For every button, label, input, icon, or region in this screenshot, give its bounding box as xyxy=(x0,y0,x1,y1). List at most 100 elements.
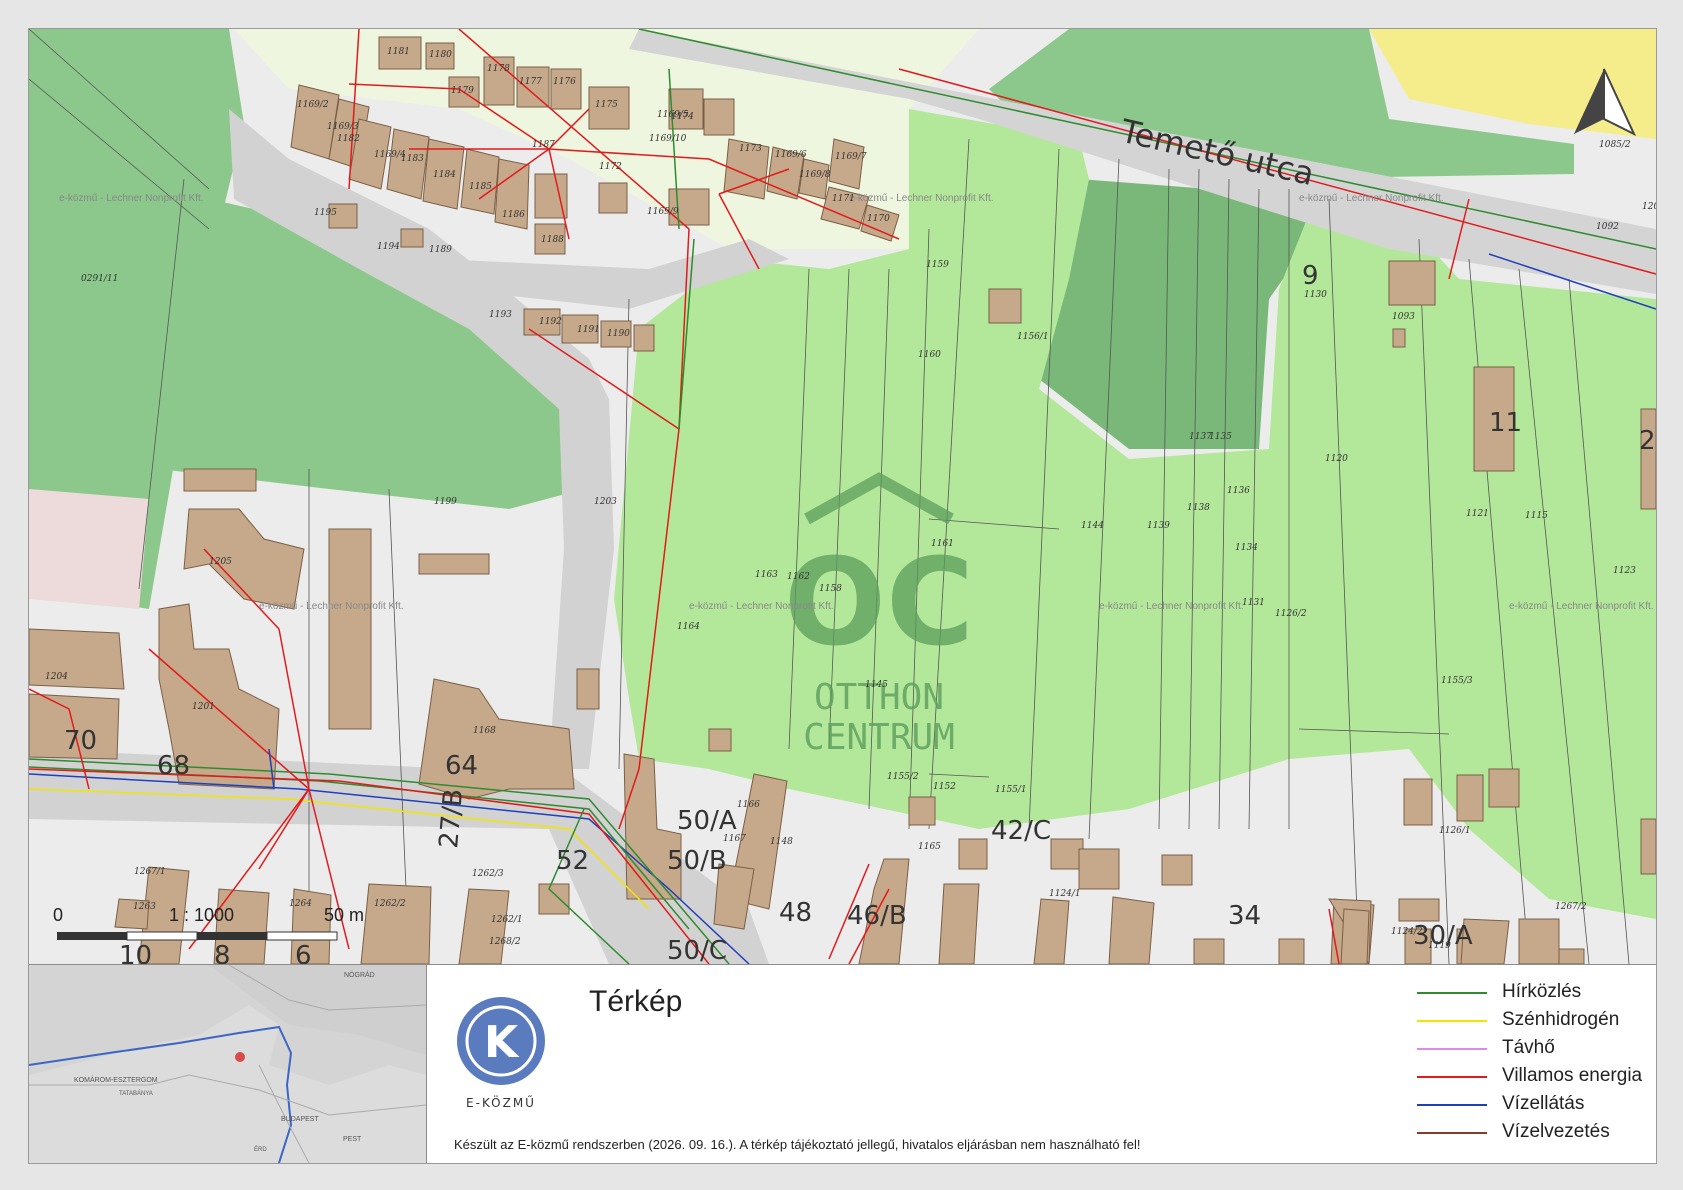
locator-label: TATABÁNYA xyxy=(119,1090,153,1097)
parcel-number: 1169/9 xyxy=(647,207,679,217)
parcel-number: 1187 xyxy=(532,140,555,150)
locator-map[interactable]: NÓGRÁD KOMÁROM-ESZTERGOM TATABÁNYA BUDAP… xyxy=(29,965,427,1163)
legend-item: Hírközlés xyxy=(1417,979,1656,1007)
house-number: 34 xyxy=(1228,901,1261,931)
logo-brand-text: E-KÖZMŰ xyxy=(466,1096,536,1110)
parcel-number: 1169/7 xyxy=(835,152,867,162)
house-number: 11 xyxy=(1489,408,1522,438)
legend-swatch xyxy=(1417,1132,1487,1134)
map-viewport[interactable]: OC OTTHON CENTRUM Temető utca e-közmű - … xyxy=(29,29,1656,965)
parcel-number: 1267/1 xyxy=(134,867,166,877)
parcel-number: 1144 xyxy=(1081,521,1104,531)
legend-label: Vízellátás xyxy=(1502,1093,1585,1114)
locator-label: ÉRD xyxy=(254,1146,267,1153)
parcel-number: 1199 xyxy=(434,497,457,507)
parcel-number: 1163 xyxy=(755,570,778,580)
house-number: 2 xyxy=(1639,426,1656,456)
parcel-number: 1134 xyxy=(1235,543,1258,553)
parcel-number: 1130 xyxy=(1304,290,1327,300)
house-number: 50/A xyxy=(677,806,737,836)
house-number: 8 xyxy=(214,941,231,964)
parcel-number: 1204 xyxy=(45,672,68,682)
parcel-number: 1155/1 xyxy=(995,785,1027,795)
parcel-number: 1166 xyxy=(737,800,760,810)
legend-label: Szénhidrogén xyxy=(1502,1009,1620,1030)
legend-label: Hírközlés xyxy=(1502,981,1582,1002)
parcel-number: 1185 xyxy=(469,182,492,192)
parcel-number: 1124/1 xyxy=(1049,889,1081,899)
logo-letter: K xyxy=(484,1017,520,1068)
scale-ratio: 1 : 1000 xyxy=(169,905,234,925)
parcel-number: 1190 xyxy=(607,329,630,339)
legend-item: Távhő xyxy=(1417,1035,1656,1063)
map-canvas[interactable]: OC OTTHON CENTRUM Temető utca e-közmű - … xyxy=(29,29,1656,964)
parcel-number: 1202 xyxy=(1642,202,1656,212)
parcel-number: 1119 xyxy=(1428,941,1451,951)
legend-label: Távhő xyxy=(1502,1037,1555,1058)
location-marker-icon xyxy=(235,1052,245,1062)
parcel-number: 1182 xyxy=(337,134,360,144)
parcel-number: 1172 xyxy=(599,162,622,172)
legend-item: Szénhidrogén xyxy=(1417,1007,1656,1035)
parcel-number: 1192 xyxy=(539,317,562,327)
parcel-number: 1158 xyxy=(819,584,842,594)
legend-label: Villamos energia xyxy=(1502,1065,1643,1086)
parcel-number: 1173 xyxy=(739,144,762,154)
map-sheet: OC OTTHON CENTRUM Temető utca e-közmű - … xyxy=(28,28,1657,1164)
parcel-number: 1169/2 xyxy=(297,100,329,110)
parcel-number: 1171 xyxy=(832,194,855,204)
house-number: 50/C xyxy=(667,936,727,964)
legend-swatch xyxy=(1417,1104,1487,1106)
house-number: 68 xyxy=(157,751,190,781)
ekozmu-logo: K E-KÖZMŰ xyxy=(455,995,547,1110)
parcel-number: 1169/6 xyxy=(775,150,807,160)
parcel-number: 1131 xyxy=(1242,598,1265,608)
parcel-number: 1176 xyxy=(553,77,576,87)
house-number: 50/B xyxy=(667,846,727,876)
provider-watermark: e-közmű - Lechner Nonprofit Kft. xyxy=(849,193,994,204)
locator-label: BUDAPEST xyxy=(281,1116,319,1123)
locator-map-canvas: NÓGRÁD KOMÁROM-ESZTERGOM TATABÁNYA BUDAP… xyxy=(29,965,426,1163)
parcel-number: 1148 xyxy=(770,837,793,847)
parcel-number: 1152 xyxy=(933,782,956,792)
legend-item: Vízellátás xyxy=(1417,1091,1656,1119)
ekozmu-logo-icon: K xyxy=(457,997,545,1085)
house-number: 42/C xyxy=(991,816,1051,846)
map-title: Térkép xyxy=(589,985,683,1018)
parcel-number: 1264 xyxy=(289,899,312,909)
parcel-number: 1165 xyxy=(918,842,941,852)
parcel-number: 1162 xyxy=(787,572,810,582)
parcel-number: 1193 xyxy=(489,310,512,320)
parcel-number: 1155/2 xyxy=(887,772,919,782)
parcel-number: 1201 xyxy=(192,702,215,712)
parcel-number: 1191 xyxy=(577,325,600,335)
legend-label: Vízelvezetés xyxy=(1502,1121,1610,1142)
house-number: 9 xyxy=(1302,261,1319,291)
parcel-number: 1184 xyxy=(433,170,456,180)
legend-item: Vízelvezetés xyxy=(1417,1119,1656,1147)
info-panel: K E-KÖZMŰ Térkép Készült az E-közmű rend… xyxy=(427,965,1656,1163)
parcel-number: 1178 xyxy=(487,64,510,74)
parcel-number: 1138 xyxy=(1187,503,1210,513)
house-number: 52 xyxy=(556,846,589,876)
parcel-number: 1126/1 xyxy=(1439,826,1471,836)
parcel-number: 1180 xyxy=(429,50,452,60)
parcel-number: 1169/5 xyxy=(657,110,689,120)
provider-watermark: e-közmű - Lechner Nonprofit Kft. xyxy=(1509,601,1654,612)
parcel-number: 1169/8 xyxy=(799,170,831,180)
parcel-number: 1268/2 xyxy=(489,937,521,947)
watermark-line2: CENTRUM xyxy=(803,717,955,758)
house-number: 48 xyxy=(779,898,812,928)
house-number: 46/B xyxy=(847,901,907,931)
legend-swatch xyxy=(1417,1076,1487,1078)
parcel-number: 1121 xyxy=(1466,509,1489,519)
parcel-number: 1115 xyxy=(1525,511,1548,521)
parcel-number: 1159 xyxy=(926,260,949,270)
locator-label: PEST xyxy=(343,1136,362,1143)
parcel-number: 1267/2 xyxy=(1555,902,1587,912)
parcel-number: 1092 xyxy=(1596,222,1619,232)
parcel-number: 1262/3 xyxy=(472,869,504,879)
parcel-number: 1194 xyxy=(377,242,400,252)
parcel-number: 1203 xyxy=(594,497,617,507)
house-number: 27/B xyxy=(434,788,469,850)
